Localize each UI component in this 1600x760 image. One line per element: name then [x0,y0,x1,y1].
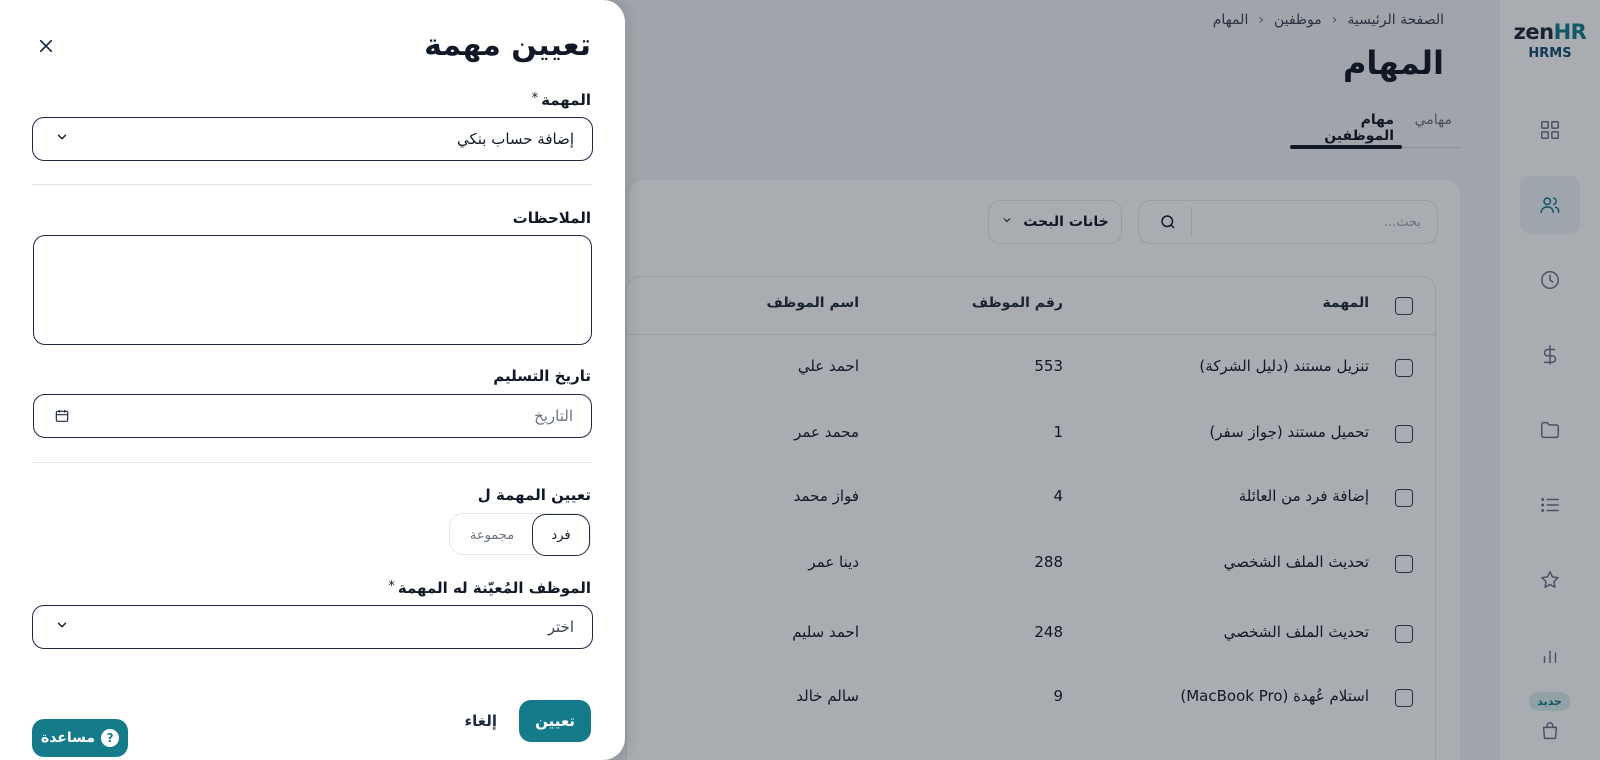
divider [32,184,593,185]
assign-group-option[interactable]: مجموعة [450,514,534,556]
help-button[interactable]: ? مساعدة [32,719,128,757]
help-icon: ? [101,729,120,747]
date-placeholder: التاريخ [534,407,573,425]
close-icon [39,39,53,53]
assign-task-drawer: تعيين مهمة المهمة* إضافة حساب بنكي الملا… [0,0,625,760]
notes-label: الملاحظات [512,209,591,227]
assign-to-label: تعيين المهمة ل [477,486,591,504]
help-label: مساعدة [40,730,96,746]
delivery-date-field[interactable]: التاريخ [33,394,592,438]
drawer-title: تعيين مهمة [424,28,591,63]
required-mark: * [388,579,395,594]
required-mark: * [531,91,539,106]
assign-individual-option[interactable]: فرد [532,514,590,556]
assign-button[interactable]: تعيين [519,700,591,742]
notes-textarea[interactable] [33,235,592,345]
assign-to-toggle: فرد مجموعة [449,513,591,556]
task-select-value: إضافة حساب بنكي [456,130,574,148]
chevron-down-icon [55,618,69,636]
chevron-down-icon [55,130,69,148]
task-label-text: المهمة [541,91,591,109]
divider [32,462,593,463]
delivery-date-label: تاريخ التسليم [493,367,591,385]
employee-select-placeholder: اختر [547,618,574,636]
employee-select[interactable]: اختر [32,605,593,649]
task-label: المهمة* [532,91,591,109]
employee-label: الموظف المُعيّنة له المهمة* [388,579,591,597]
close-button[interactable] [34,34,58,58]
employee-label-text: الموظف المُعيّنة له المهمة [397,579,591,597]
calendar-icon[interactable] [54,408,70,424]
cancel-button[interactable]: إلغاء [458,700,503,742]
task-select[interactable]: إضافة حساب بنكي [32,117,593,161]
